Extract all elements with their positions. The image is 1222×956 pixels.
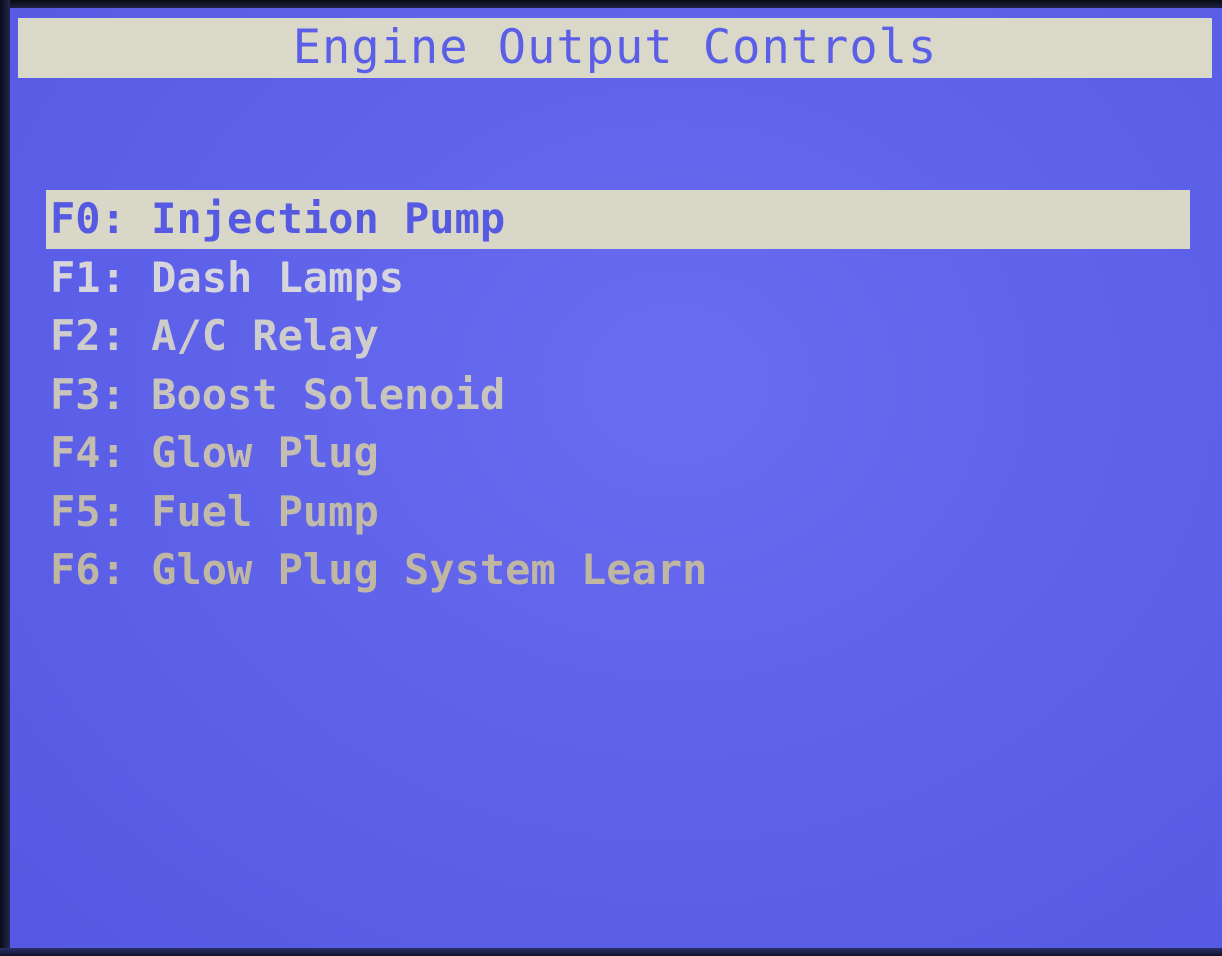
menu-item-label: A/C Relay: [151, 311, 379, 360]
menu-item-dash-lamps[interactable]: F1: Dash Lamps: [46, 249, 1190, 308]
monitor-bezel-left: [0, 0, 10, 956]
menu-item-glow-plug-system-learn[interactable]: F6: Glow Plug System Learn: [46, 541, 1190, 600]
menu-item-boost-solenoid[interactable]: F3: Boost Solenoid: [46, 366, 1190, 425]
title-bar: Engine Output Controls: [18, 18, 1212, 78]
menu-item-label: Glow Plug: [151, 428, 379, 477]
menu-item-label: Injection Pump: [151, 194, 506, 243]
menu-item-label: Dash Lamps: [151, 252, 405, 302]
function-key-label: F0:: [50, 194, 126, 243]
menu-item-label: Glow Plug System Learn: [151, 545, 708, 594]
menu-item-glow-plug[interactable]: F4: Glow Plug: [46, 424, 1190, 483]
function-key-label: F1:: [50, 252, 126, 302]
menu-item-fuel-pump[interactable]: F5: Fuel Pump: [46, 483, 1190, 542]
menu-item-ac-relay[interactable]: F2: A/C Relay: [46, 307, 1190, 366]
function-key-label: F4:: [50, 428, 126, 477]
page-title: Engine Output Controls: [292, 20, 938, 75]
function-key-label: F2:: [50, 311, 126, 360]
function-key-label: F3:: [50, 369, 126, 419]
menu-item-label: Fuel Pump: [151, 486, 379, 536]
monitor-bezel-top: [0, 0, 1222, 8]
menu-item-injection-pump[interactable]: F0: Injection Pump: [46, 190, 1190, 249]
monitor-bezel-bottom: [0, 948, 1222, 956]
function-key-label: F6:: [50, 545, 126, 594]
output-controls-menu: F0: Injection Pump F1: Dash Lamps F2: A/…: [46, 190, 1190, 600]
function-key-label: F5:: [50, 486, 126, 536]
menu-item-label: Boost Solenoid: [151, 369, 506, 419]
